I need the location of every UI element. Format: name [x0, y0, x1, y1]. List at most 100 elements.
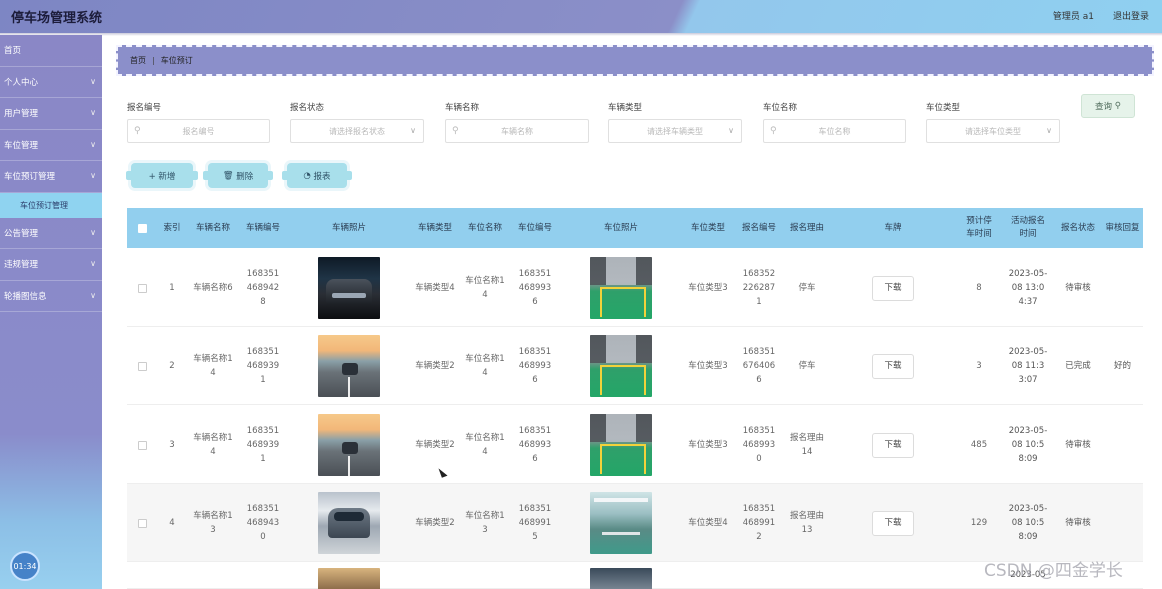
sidebar-item-0[interactable]: 首页 [0, 35, 102, 67]
placeholder-text: 请选择车位类型 [965, 126, 1021, 136]
current-user: 管理员 a1 [1052, 12, 1094, 22]
row-checkbox[interactable] [137, 361, 147, 371]
table-row[interactable]: 1 车辆名称6 1683514689428 车辆类型4 车位名称14 1683514689… [127, 249, 1143, 327]
cell-vehicle-photo [288, 249, 410, 327]
row-checkbox[interactable] [137, 518, 147, 528]
cell-apply-no: 1683514689912 [734, 484, 784, 562]
col-header-expected-time: 预计停车时间 [966, 216, 992, 239]
apply-status-select[interactable]: 请选择报名状态 ∨ [290, 119, 424, 143]
vehicle-photo[interactable] [318, 335, 380, 397]
sidebar-item-2[interactable]: 用户管理 ∨ [0, 98, 102, 130]
row-select-cell[interactable] [127, 562, 157, 589]
vehicle-name-label: 车辆名称 [445, 103, 480, 113]
query-button[interactable]: 查询 ⚲ [1081, 94, 1135, 118]
cell-vehicle-name: 车辆名称6 [188, 249, 238, 327]
table-row[interactable]: 2 车辆名称14 1683514689391 车辆类型2 车位名称14 168351468… [127, 327, 1143, 405]
cell-text: 停车 [798, 283, 816, 293]
cell-text: 车位名称14 [465, 354, 505, 378]
delete-button-label: 删除 [236, 171, 254, 182]
sidebar-subitem-reservation[interactable]: 车位预订管理 [0, 192, 102, 218]
vehicle-type-select[interactable]: 请选择车辆类型 ∨ [608, 119, 742, 143]
parking-space-photo[interactable] [590, 257, 652, 319]
table-row[interactable]: 3 车辆名称14 1683514689391 车辆类型2 车位名称14 168351468… [127, 406, 1143, 484]
row-checkbox[interactable] [137, 440, 147, 450]
row-select-cell[interactable] [127, 249, 157, 327]
cell-text: 8 [976, 283, 982, 293]
cell-apply-no: 1683522262871 [734, 249, 784, 327]
logout-link[interactable]: 退出登录 [1113, 9, 1149, 22]
cell-plate: 下载 [830, 327, 956, 405]
row-select-cell[interactable] [127, 484, 157, 562]
vehicle-name-input[interactable]: ⚲ 车辆名称 [445, 119, 589, 143]
row-select-cell[interactable] [127, 327, 157, 405]
cell-vehicle-name [188, 562, 238, 589]
sidebar-item-label: 车位预订管理 [4, 172, 56, 183]
sidebar-item-3[interactable]: 车位管理 ∨ [0, 130, 102, 161]
cell-space-type: 车位类型3 [682, 406, 734, 484]
cell-plate: 下载 [830, 406, 956, 484]
cell-text: 好的 [1113, 361, 1131, 371]
download-button[interactable]: 下载 [872, 510, 914, 536]
chevron-down-icon: ∨ [90, 259, 96, 268]
vehicle-photo[interactable] [318, 568, 380, 589]
parking-space-photo[interactable] [590, 414, 652, 476]
cell-index: 1 [157, 249, 187, 327]
col-header-space-name: 车位名称 [467, 222, 502, 233]
cell-space-type: 车位类型3 [682, 249, 734, 327]
sidebar-item-6[interactable]: 违规管理 ∨ [0, 249, 102, 281]
cell-text: 2 [169, 361, 175, 371]
sidebar-item-7[interactable]: 轮播图信息 ∨ [0, 281, 102, 312]
query-button-label: 查询 [1095, 102, 1113, 112]
cell-text: 1 [169, 283, 175, 293]
report-button[interactable]: ◔ 报表 [282, 163, 352, 188]
sidebar-item-label: 用户管理 [4, 109, 39, 120]
download-button[interactable]: 下载 [872, 353, 914, 379]
cell-space-name: 车位名称14 [460, 327, 510, 405]
cell-text: 485 [970, 440, 988, 450]
vehicle-photo[interactable] [318, 414, 380, 476]
row-checkbox[interactable] [137, 283, 147, 293]
space-name-input[interactable]: ⚲ 车位名称 [763, 119, 906, 143]
table-row[interactable]: 4 车辆名称13 1683514689430 车辆类型2 车位名称13 168351468… [127, 484, 1143, 562]
delete-button[interactable]: 🗑︎ 删除 [203, 163, 273, 188]
parking-space-photo[interactable] [590, 568, 652, 589]
chevron-down-icon: ∨ [90, 227, 96, 237]
cell-expected-time: 129 [956, 484, 1002, 562]
vehicle-photo[interactable] [318, 492, 380, 554]
cell-plate [830, 562, 956, 589]
select-all-checkbox[interactable] [137, 223, 147, 233]
col-header-vehicle-photo: 车辆照片 [331, 222, 366, 233]
cell-text: 待审核 [1065, 518, 1091, 528]
add-button[interactable]: + 新增 [126, 163, 198, 188]
chevron-down-icon: ∨ [728, 126, 734, 135]
row-select-cell[interactable] [127, 406, 157, 484]
cell-vehicle-no: 1683514689430 [238, 484, 288, 562]
select-all-cell[interactable] [127, 208, 157, 248]
watermark: CSDN @四金学长 [984, 561, 1123, 581]
placeholder-text: 报名编号 [182, 126, 215, 136]
cell-vehicle-name: 车辆名称14 [188, 327, 238, 405]
cell-vehicle-photo [288, 406, 410, 484]
download-button[interactable]: 下载 [872, 275, 914, 301]
sidebar-item-1[interactable]: 个人中心 ∨ [0, 67, 102, 98]
parking-space-photo[interactable] [590, 492, 652, 554]
cell-text: 车辆类型2 [415, 361, 455, 371]
breadcrumb-current: 车位预订 [160, 56, 193, 65]
breadcrumb-home[interactable]: 首页 [130, 55, 146, 66]
space-type-select[interactable]: 请选择车位类型 ∨ [926, 119, 1060, 143]
download-button[interactable]: 下载 [872, 432, 914, 458]
cell-space-name: 车位名称14 [460, 249, 510, 327]
cell-text: 已完成 [1065, 361, 1091, 371]
sidebar-item-4[interactable]: 车位预订管理 ∨ [0, 161, 102, 193]
cell-text: 报名理由13 [789, 511, 824, 535]
cell-space-no: 1683514689936 [510, 406, 560, 484]
vehicle-photo[interactable] [318, 257, 380, 319]
sidebar-item-5[interactable]: 公告管理 ∨ [0, 218, 102, 249]
apply-no-input[interactable]: ⚲ 报名编号 [127, 119, 270, 143]
cell-text: 1683514689915 [518, 504, 552, 542]
cell-status: 待审核 [1054, 484, 1102, 562]
parking-space-photo[interactable] [590, 335, 652, 397]
sidebar-item-label: 违规管理 [4, 260, 39, 271]
cell-vehicle-name: 车辆名称13 [188, 484, 238, 562]
apply-status-label: 报名状态 [290, 103, 325, 113]
